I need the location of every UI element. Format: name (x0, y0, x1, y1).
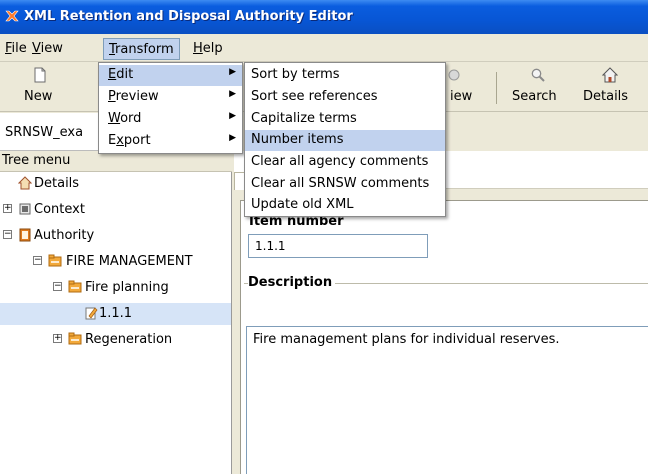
menu-view[interactable]: View (32, 41, 63, 56)
menu-item-edit-mnemonic: E (108, 67, 117, 82)
tree-node-authority[interactable]: − Authority (0, 225, 230, 247)
item-number-input[interactable]: 1.1.1 (248, 234, 428, 258)
menu-view-label: iew (40, 41, 63, 56)
menu-item-number-items-label: Number items (251, 132, 344, 147)
tree-node-fire-management[interactable]: − FIRE MANAGEMENT (0, 251, 230, 273)
menu-item-clear-srnsw-comments-label: Clear all SRNSW comments (251, 176, 430, 191)
submenu-arrow-icon: ▶ (229, 67, 236, 77)
view-button[interactable]: iew (440, 62, 480, 112)
menu-help-label: elp (202, 41, 223, 56)
edit-submenu: Sort by terms Sort see references Capita… (244, 62, 446, 217)
submenu-arrow-icon: ▶ (229, 111, 236, 121)
app-icon (5, 10, 19, 22)
tree-node-context-label: Context (34, 202, 85, 217)
menu-transform-label: ransform (115, 42, 174, 57)
title-bar: XML Retention and Disposal Authority Edi… (0, 0, 648, 34)
expand-icon[interactable]: + (53, 334, 62, 343)
tree-node-details-label: Details (34, 176, 80, 191)
menu-item-preview[interactable]: Preview ▶ (99, 87, 242, 108)
submenu-arrow-icon: ▶ (229, 133, 236, 143)
folder-icon (68, 332, 82, 345)
menu-view-mnemonic: V (32, 41, 41, 56)
menu-item-edit[interactable]: Edit ▶ (99, 65, 242, 86)
collapse-icon[interactable]: − (53, 282, 62, 291)
search-button-label: Search (512, 89, 557, 104)
tree-menu-header: Tree menu (0, 151, 232, 172)
menu-item-export-pre: E (108, 133, 117, 148)
menu-help-mnemonic: H (193, 41, 203, 56)
menu-item-preview-label: review (115, 89, 159, 104)
menu-item-sort-see-references[interactable]: Sort see references (245, 87, 445, 108)
tree-node-item-label: 1.1.1 (99, 306, 133, 321)
menu-item-sort-by-terms-label: Sort by terms (251, 67, 340, 82)
tree-menu-label: Tree menu (2, 153, 71, 168)
tree-node-fire-management-label: FIRE MANAGEMENT (66, 254, 193, 269)
menu-item-export-label: port (123, 133, 151, 148)
menu-item-export[interactable]: Export ▶ (99, 131, 242, 152)
new-document-icon (34, 67, 46, 83)
collapse-icon[interactable]: − (33, 256, 42, 265)
tree-node-regeneration[interactable]: + Regeneration (0, 329, 230, 351)
tree-node-authority-label: Authority (34, 228, 95, 243)
tree-node-context[interactable]: + Context (0, 199, 230, 221)
expand-icon[interactable]: + (3, 204, 12, 213)
menu-help[interactable]: Help (193, 41, 223, 56)
menu-item-clear-agency-comments-label: Clear all agency comments (251, 154, 429, 169)
menu-bar: File View Transform Help (0, 34, 648, 62)
new-button[interactable]: New (20, 62, 60, 112)
menu-file[interactable]: File (5, 41, 27, 56)
menu-item-word-label: ord (120, 111, 142, 126)
tree-node-details[interactable]: Details (0, 173, 230, 195)
description-value: Fire management plans for individual res… (253, 332, 560, 347)
menu-item-edit-label: dit (116, 67, 134, 82)
menu-item-update-old-xml-label: Update old XML (251, 197, 354, 212)
folder-icon (48, 254, 62, 267)
tree-node-fire-planning[interactable]: − Fire planning (0, 277, 230, 299)
authority-icon (19, 228, 31, 242)
new-button-label: New (24, 89, 53, 104)
view-icon (448, 69, 460, 81)
menu-transform[interactable]: Transform (103, 38, 180, 60)
toolbar-separator (496, 72, 497, 104)
view-button-label: iew (450, 89, 473, 104)
tree-node-item-1-1-1[interactable]: 1.1.1 (0, 303, 231, 325)
transform-menu: Edit ▶ Preview ▶ Word ▶ Export ▶ (98, 62, 243, 154)
menu-item-capitalize-terms[interactable]: Capitalize terms (245, 109, 445, 130)
submenu-arrow-icon: ▶ (229, 89, 236, 99)
menu-item-update-old-xml[interactable]: Update old XML (245, 195, 445, 216)
menu-item-number-items[interactable]: Number items (245, 130, 445, 151)
edit-item-icon (85, 307, 98, 320)
menu-item-sort-by-terms[interactable]: Sort by terms (245, 65, 445, 86)
collapse-icon[interactable]: − (3, 230, 12, 239)
menu-item-word[interactable]: Word ▶ (99, 109, 242, 130)
context-icon (19, 203, 31, 215)
document-tab-label: SRNSW_exa (5, 125, 84, 140)
item-number-value: 1.1.1 (255, 239, 286, 253)
window-title: XML Retention and Disposal Authority Edi… (24, 9, 353, 24)
home-icon (18, 176, 32, 190)
menu-item-clear-srnsw-comments[interactable]: Clear all SRNSW comments (245, 174, 445, 195)
search-button[interactable]: Search (508, 62, 568, 112)
menu-item-clear-agency-comments[interactable]: Clear all agency comments (245, 152, 445, 173)
tree-panel: Details + Context − Authority − FIRE MAN… (0, 172, 232, 474)
folder-icon (68, 280, 82, 293)
tree-node-regeneration-label: Regeneration (85, 332, 173, 347)
menu-item-capitalize-terms-label: Capitalize terms (251, 111, 357, 126)
details-button-label: Details (583, 89, 629, 104)
menu-file-label: ile (11, 41, 27, 56)
search-icon (531, 68, 545, 82)
menu-item-word-mnemonic: W (108, 111, 121, 126)
home-icon (602, 67, 618, 83)
menu-item-export-mnemonic: x (116, 133, 124, 148)
description-textarea[interactable] (246, 326, 648, 474)
description-label: Description (248, 275, 336, 290)
menu-item-preview-mnemonic: P (108, 89, 116, 104)
details-button[interactable]: Details (580, 62, 642, 112)
tree-node-fire-planning-label: Fire planning (85, 280, 169, 295)
menu-item-sort-see-references-label: Sort see references (251, 89, 378, 104)
